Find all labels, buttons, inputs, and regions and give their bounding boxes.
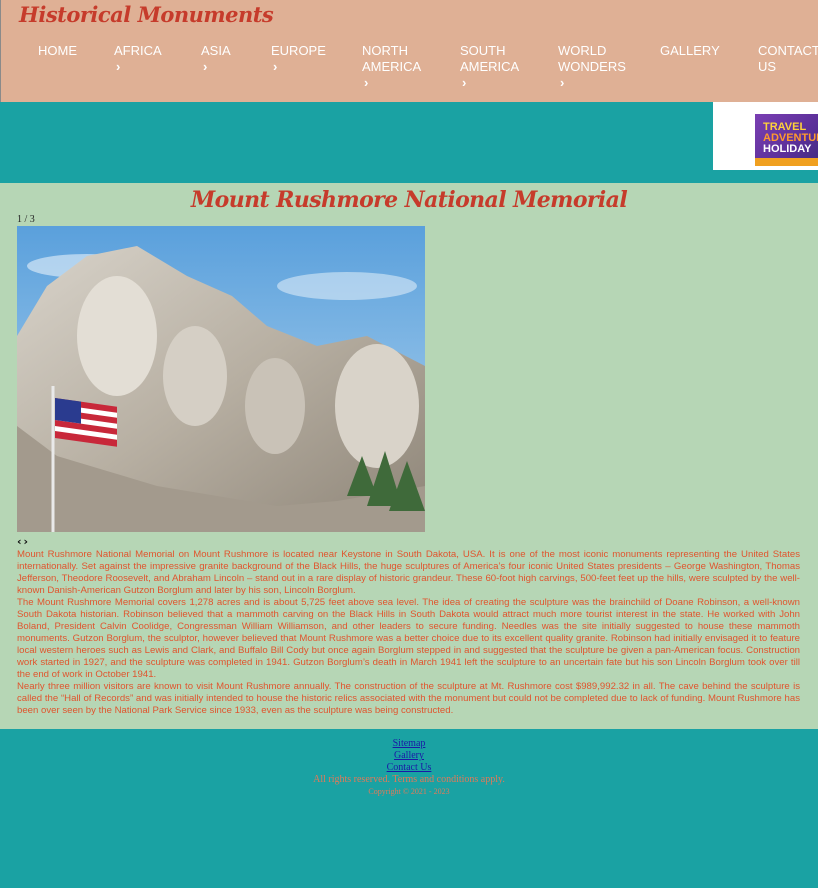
nav-north-america-label-2[interactable]: AMERICA bbox=[362, 59, 421, 75]
nav-home[interactable]: HOME bbox=[38, 43, 77, 59]
nav-asia-label[interactable]: ASIA bbox=[201, 43, 231, 58]
chevron-right-icon[interactable]: › bbox=[203, 59, 231, 75]
chevron-right-icon[interactable]: › bbox=[560, 75, 626, 91]
nav-world-wonders-label-2[interactable]: WONDERS bbox=[558, 59, 626, 75]
main-content: Mount Rushmore National Memorial 1 / 3 ‹… bbox=[0, 183, 818, 729]
paragraph: Nearly three million visitors are known … bbox=[17, 681, 800, 716]
nav-contact-us[interactable]: CONTACT US bbox=[758, 43, 818, 75]
nav-europe-label[interactable]: EUROPE bbox=[271, 43, 326, 58]
chevron-right-icon[interactable]: › bbox=[364, 75, 421, 91]
nav-contact-label-2[interactable]: US bbox=[758, 59, 818, 75]
page-title: Mount Rushmore National Memorial bbox=[190, 187, 628, 213]
nav-gallery[interactable]: GALLERY bbox=[660, 43, 720, 59]
mount-rushmore-photo bbox=[17, 226, 425, 532]
nav-south-america-label-2[interactable]: AMERICA bbox=[460, 59, 519, 75]
nav-home-label[interactable]: HOME bbox=[38, 43, 77, 58]
nav-north-america-label-1[interactable]: NORTH bbox=[362, 43, 421, 59]
prev-slide-button[interactable]: ‹ bbox=[16, 535, 23, 548]
nav-south-america[interactable]: SOUTH AMERICA › bbox=[460, 43, 519, 91]
site-title[interactable]: Historical Monuments bbox=[19, 2, 274, 27]
nav-south-america-label-1[interactable]: SOUTH bbox=[460, 43, 519, 59]
article-body: Mount Rushmore National Memorial on Moun… bbox=[17, 549, 800, 717]
travel-ad[interactable]: TRAVEL ADVENTURE HOLIDAY bbox=[713, 102, 818, 170]
travel-ad-image[interactable]: TRAVEL ADVENTURE HOLIDAY bbox=[755, 114, 818, 166]
footer-link-sitemap[interactable]: Sitemap bbox=[0, 738, 818, 750]
next-slide-button[interactable]: › bbox=[23, 535, 30, 548]
nav-world-wonders-label-1[interactable]: WORLD bbox=[558, 43, 626, 59]
slide-counter: 1 / 3 bbox=[17, 214, 35, 225]
slideshow-controls: ‹ › bbox=[16, 535, 29, 548]
paragraph: Mount Rushmore National Memorial on Moun… bbox=[17, 549, 800, 596]
nav-asia[interactable]: ASIA › bbox=[201, 43, 231, 75]
footer-link-contact-us[interactable]: Contact Us bbox=[0, 762, 818, 774]
ad-accent-bar bbox=[755, 158, 818, 166]
copyright-text: Copyright © 2021 - 2023 bbox=[368, 787, 450, 796]
chevron-right-icon[interactable]: › bbox=[462, 75, 519, 91]
travel-ad-text: TRAVEL ADVENTURE HOLIDAY bbox=[763, 122, 818, 155]
nav-africa-label[interactable]: AFRICA bbox=[114, 43, 162, 58]
footer-link-gallery[interactable]: Gallery bbox=[0, 750, 818, 762]
rights-text: All rights reserved. Terms and condition… bbox=[313, 774, 505, 785]
nav-gallery-label[interactable]: GALLERY bbox=[660, 43, 720, 58]
nav-africa[interactable]: AFRICA › bbox=[114, 43, 162, 75]
chevron-right-icon[interactable]: › bbox=[273, 59, 326, 75]
site-footer: Sitemap Gallery Contact Us All rights re… bbox=[0, 729, 818, 888]
nav-contact-label-1[interactable]: CONTACT bbox=[758, 43, 818, 59]
chevron-right-icon[interactable]: › bbox=[116, 59, 162, 75]
ad-line-3: HOLIDAY bbox=[763, 143, 812, 155]
nav-europe[interactable]: EUROPE › bbox=[271, 43, 326, 75]
site-header: Historical Monuments HOME AFRICA › ASIA … bbox=[0, 0, 818, 102]
nav-north-america[interactable]: NORTH AMERICA › bbox=[362, 43, 421, 91]
slideshow-image[interactable] bbox=[17, 226, 425, 532]
paragraph: The Mount Rushmore Memorial covers 1,278… bbox=[17, 597, 800, 680]
ad-banner-strip: TRAVEL ADVENTURE HOLIDAY bbox=[0, 102, 818, 183]
nav-world-wonders[interactable]: WORLD WONDERS › bbox=[558, 43, 626, 91]
